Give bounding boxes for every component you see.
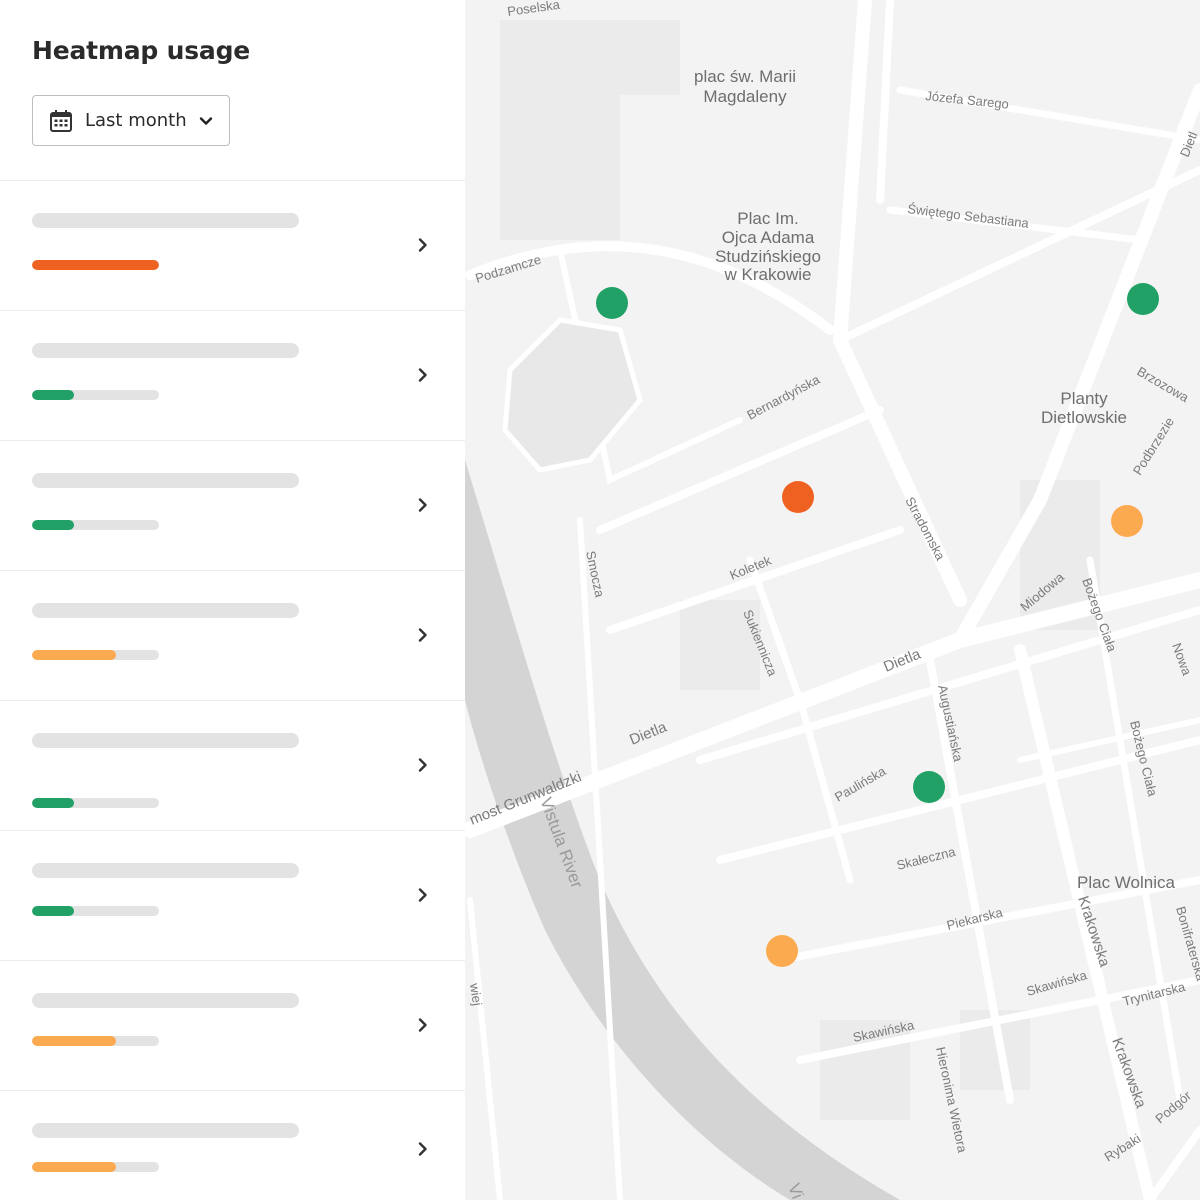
placeholder-text bbox=[32, 733, 299, 748]
placeholder-text bbox=[32, 1123, 299, 1138]
chevron-right-icon bbox=[418, 1142, 427, 1156]
usage-bar-fill bbox=[32, 798, 74, 808]
usage-bar-fill bbox=[32, 260, 159, 270]
list-item[interactable] bbox=[0, 311, 465, 441]
chevron-right-icon bbox=[418, 888, 427, 902]
heatmap-list bbox=[0, 181, 465, 1200]
place-label: Planty bbox=[1060, 389, 1108, 408]
sidebar: Heatmap usage Last month bbox=[0, 0, 465, 1200]
usage-bar-fill bbox=[32, 520, 74, 530]
chevron-right-icon bbox=[418, 498, 427, 512]
map-marker[interactable] bbox=[1127, 283, 1159, 315]
list-item[interactable] bbox=[0, 181, 465, 311]
chevron-right-icon bbox=[418, 368, 427, 382]
date-range-label: Last month bbox=[85, 110, 187, 131]
page-title: Heatmap usage bbox=[32, 36, 251, 65]
place-label: Plac Wolnica bbox=[1077, 873, 1175, 892]
usage-bar-fill bbox=[32, 390, 74, 400]
map-marker[interactable] bbox=[766, 935, 798, 967]
map-marker[interactable] bbox=[596, 287, 628, 319]
usage-bar bbox=[32, 798, 159, 808]
place-label: Plac Im. bbox=[737, 209, 798, 228]
list-item[interactable] bbox=[0, 571, 465, 701]
place-label: Magdaleny bbox=[703, 87, 787, 106]
chevron-right-icon bbox=[418, 628, 427, 642]
usage-bar-fill bbox=[32, 1036, 116, 1046]
usage-bar-fill bbox=[32, 906, 74, 916]
placeholder-text bbox=[32, 473, 299, 488]
usage-bar bbox=[32, 260, 159, 270]
sidebar-header: Heatmap usage Last month bbox=[0, 0, 465, 181]
usage-bar bbox=[32, 650, 159, 660]
date-range-dropdown[interactable]: Last month bbox=[32, 95, 230, 146]
map-canvas[interactable]: plac św. Marii Magdaleny Plac Im. Ojca A… bbox=[465, 0, 1200, 1200]
usage-bar-fill bbox=[32, 650, 116, 660]
list-item[interactable] bbox=[0, 831, 465, 961]
calendar-icon bbox=[50, 110, 72, 132]
list-item[interactable] bbox=[0, 1091, 465, 1200]
usage-bar bbox=[32, 520, 159, 530]
place-label: plac św. Marii bbox=[694, 67, 796, 86]
placeholder-text bbox=[32, 213, 299, 228]
placeholder-text bbox=[32, 343, 299, 358]
map-marker[interactable] bbox=[1111, 505, 1143, 537]
list-item[interactable] bbox=[0, 441, 465, 571]
map-marker[interactable] bbox=[782, 481, 814, 513]
usage-bar bbox=[32, 1036, 159, 1046]
placeholder-text bbox=[32, 993, 299, 1008]
usage-bar bbox=[32, 1162, 159, 1172]
usage-bar bbox=[32, 906, 159, 916]
chevron-right-icon bbox=[418, 758, 427, 772]
place-label: w Krakowie bbox=[724, 265, 812, 284]
chevron-right-icon bbox=[418, 1018, 427, 1032]
placeholder-text bbox=[32, 863, 299, 878]
map-marker[interactable] bbox=[913, 771, 945, 803]
list-item[interactable] bbox=[0, 701, 465, 831]
place-label: Studzińskiego bbox=[715, 247, 821, 266]
place-label: Dietlowskie bbox=[1041, 408, 1127, 427]
placeholder-text bbox=[32, 603, 299, 618]
list-item[interactable] bbox=[0, 961, 465, 1091]
usage-bar bbox=[32, 390, 159, 400]
map-view[interactable]: plac św. Marii Magdaleny Plac Im. Ojca A… bbox=[465, 0, 1200, 1200]
chevron-down-icon bbox=[199, 117, 213, 125]
place-label: Ojca Adama bbox=[722, 228, 815, 247]
usage-bar-fill bbox=[32, 1162, 116, 1172]
chevron-right-icon bbox=[418, 238, 427, 252]
